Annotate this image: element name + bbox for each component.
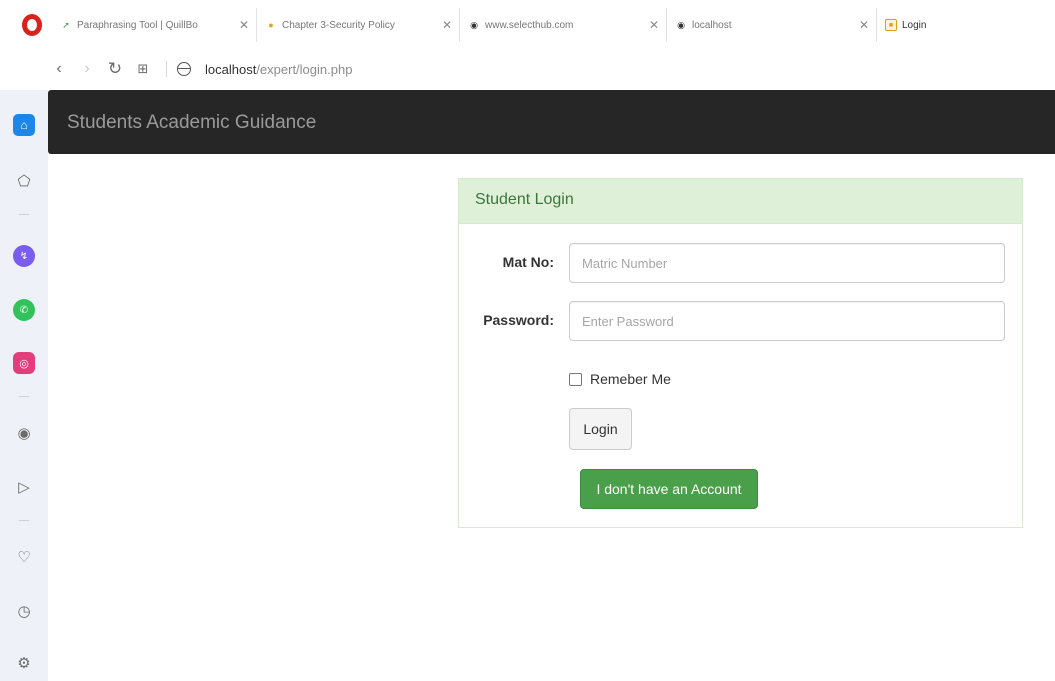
mat-no-row: Mat No: <box>459 243 1024 283</box>
divider <box>166 61 167 77</box>
home-icon[interactable]: ⌂ <box>13 114 35 136</box>
remember-me[interactable]: Remeber Me <box>569 371 671 387</box>
forward-icon[interactable]: › <box>76 60 98 78</box>
instagram-icon[interactable]: ◎ <box>13 352 35 374</box>
url-path[interactable]: /expert/login.php <box>256 62 352 77</box>
chapter-doc-icon: ● <box>268 20 274 30</box>
settings-icon[interactable]: ⚙ <box>13 652 35 674</box>
tab-grid-icon[interactable]: ⊞ <box>132 61 154 77</box>
url-host[interactable]: localhost <box>205 62 256 77</box>
browser-window: ➚ Paraphrasing Tool | QuillBo ✕ ● Chapte… <box>0 0 1055 681</box>
remember-label[interactable]: Remeber Me <box>590 371 671 387</box>
back-icon[interactable]: ‹ <box>48 60 70 78</box>
tab-title: Login <box>902 19 927 31</box>
heart-icon[interactable]: ♡ <box>13 546 35 568</box>
globe-icon: ◉ <box>677 19 685 30</box>
divider <box>19 214 29 215</box>
divider <box>19 520 29 521</box>
opera-logo-icon[interactable] <box>22 14 42 36</box>
password-row: Password: <box>459 301 1024 341</box>
history-icon[interactable]: ◷ <box>13 600 35 622</box>
no-account-button[interactable]: I don't have an Account <box>580 469 758 509</box>
tab-strip: ➚ Paraphrasing Tool | QuillBo ✕ ● Chapte… <box>0 0 1055 42</box>
close-icon[interactable]: ✕ <box>236 18 252 32</box>
tab-login[interactable]: ■ Login <box>877 8 997 42</box>
tab-quillbot[interactable]: ➚ Paraphrasing Tool | QuillBo ✕ <box>52 8 257 42</box>
site-navbar: Students Academic Guidance <box>48 90 1055 154</box>
remember-checkbox[interactable] <box>569 372 582 386</box>
mat-no-label: Mat No: <box>502 254 554 270</box>
tab-selecthub[interactable]: ◉ www.selecthub.com ✕ <box>460 8 667 42</box>
close-icon[interactable]: ✕ <box>646 18 662 32</box>
close-icon[interactable]: ✕ <box>439 18 455 32</box>
quillbot-icon: ➚ <box>62 19 70 30</box>
site-info-icon[interactable] <box>177 62 191 76</box>
reload-icon[interactable]: ↻ <box>104 59 126 79</box>
login-button[interactable]: Login <box>569 408 632 450</box>
globe-icon: ◉ <box>470 19 478 30</box>
tab-localhost[interactable]: ◉ localhost ✕ <box>667 8 877 42</box>
browser-sidebar: ⌂ ⬠ ↯ ✆ ◎ ◉ ▷ ♡ ◷ ⚙ <box>0 90 48 681</box>
tab-title: localhost <box>692 19 732 31</box>
web-page: Students Academic Guidance Student Login… <box>48 90 1055 681</box>
tab-chapter[interactable]: ● Chapter 3-Security Policy ✕ <box>257 8 460 42</box>
password-input[interactable] <box>569 301 1005 341</box>
speed-dial-icon[interactable]: ⬠ <box>13 170 35 192</box>
login-favicon: ■ <box>885 19 897 31</box>
panel-heading: Student Login <box>459 179 1022 224</box>
password-label: Password: <box>483 312 554 328</box>
tab-title: Chapter 3-Security Policy <box>282 19 395 31</box>
tab-title: www.selecthub.com <box>485 19 574 31</box>
tab-title: Paraphrasing Tool | QuillBo <box>77 19 198 31</box>
divider <box>19 396 29 397</box>
mat-no-input[interactable] <box>569 243 1005 283</box>
whatsapp-icon[interactable]: ✆ <box>13 299 35 321</box>
address-bar: ‹ › ↻ ⊞ localhost /expert/login.php <box>48 52 1048 86</box>
close-icon[interactable]: ✕ <box>856 18 872 32</box>
login-panel: Student Login Mat No: Password: Remeber … <box>458 178 1023 528</box>
site-brand[interactable]: Students Academic Guidance <box>67 112 316 134</box>
messenger-icon[interactable]: ↯ <box>13 245 35 267</box>
flow-send-icon[interactable]: ▷ <box>13 476 35 498</box>
player-icon[interactable]: ◉ <box>13 422 35 444</box>
